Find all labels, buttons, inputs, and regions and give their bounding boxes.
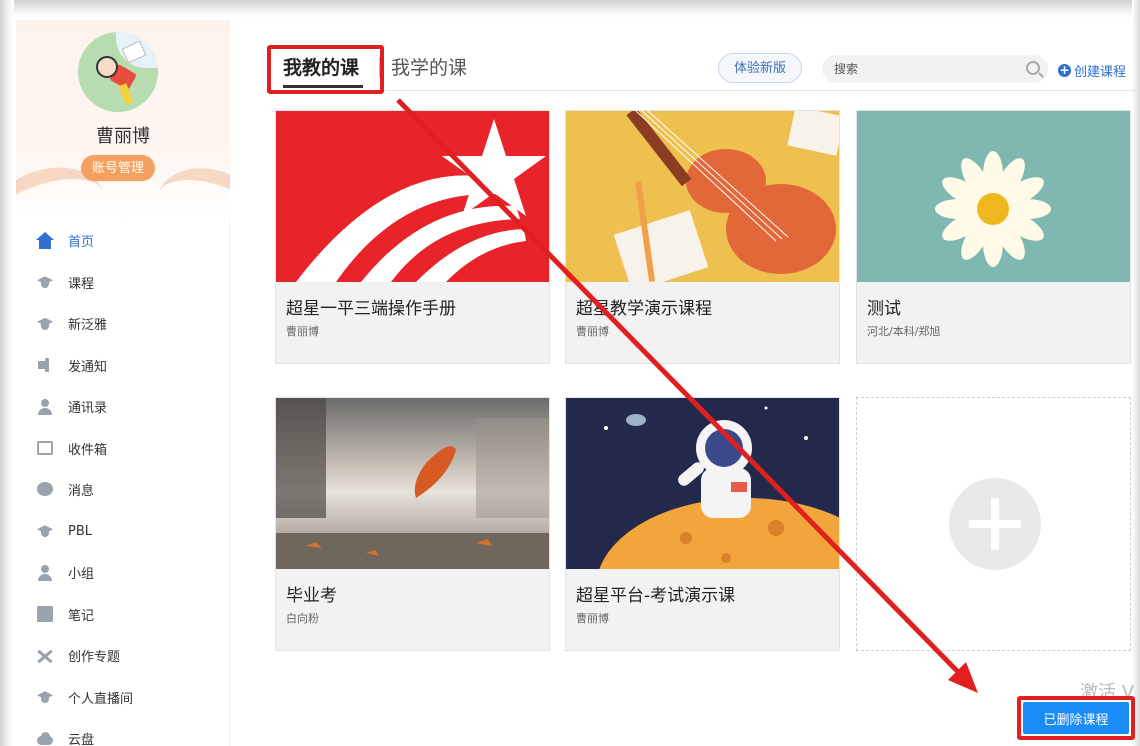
tab-learning[interactable]: 我学的课	[391, 53, 467, 80]
course-title: 超星一平三端操作手册	[286, 299, 456, 319]
sidebar-item-label: 消息	[68, 484, 95, 500]
inbox-icon	[36, 439, 54, 457]
course-card[interactable]: 超星一平三端操作手册 曹丽博	[275, 110, 550, 364]
graduation-cap-icon	[36, 688, 54, 706]
note-icon	[36, 605, 54, 623]
create-course-button[interactable]: + 创建课程	[1058, 60, 1126, 80]
sidebar-item-label: 课程	[68, 276, 95, 292]
sidebar-item-label: 首页	[68, 235, 95, 251]
contacts-icon	[36, 398, 54, 416]
course-title: 超星教学演示课程	[576, 299, 712, 319]
sidebar-item-home[interactable]: 首页	[16, 220, 230, 262]
window-shadow-left	[0, 0, 14, 746]
sidebar-nav: 首页 课程 新泛雅 发通知 通讯录 收件箱 消息 PBL 小组 笔记 创作专题 …	[16, 220, 230, 746]
screenshot-frame: 曹丽博 账号管理 首页 课程 新泛雅 发通知 通讯录 收件箱 消息 PBL 小组…	[0, 0, 1140, 746]
course-author: 曹丽博	[576, 325, 609, 338]
sidebar-item-notes[interactable]: 笔记	[16, 594, 230, 636]
sidebar-item-new-fanya[interactable]: 新泛雅	[16, 303, 230, 345]
home-icon	[36, 231, 54, 250]
course-author: 白向粉	[286, 612, 319, 625]
user-name: 曹丽博	[96, 126, 150, 147]
graduation-cap-icon	[36, 315, 54, 333]
scissors-icon	[36, 647, 54, 665]
course-cover-star	[276, 111, 549, 282]
graduation-cap-icon	[36, 522, 54, 540]
course-cover-violin	[566, 111, 839, 282]
course-cover-daisy	[857, 111, 1130, 282]
course-cover-astronaut	[566, 398, 839, 569]
sidebar-item-label: 新泛雅	[68, 318, 108, 334]
sidebar-item-cloud[interactable]: 云盘	[16, 718, 230, 746]
account-management-button[interactable]: 账号管理	[81, 155, 155, 181]
course-title: 超星平台-考试演示课	[576, 586, 736, 606]
avatar-leg	[118, 83, 134, 105]
sidebar-item-label: 发通知	[68, 359, 108, 375]
search-icon[interactable]	[1026, 61, 1040, 75]
course-title: 测试	[867, 299, 901, 319]
sidebar-item-label: 小组	[68, 567, 95, 583]
sidebar-item-courses[interactable]: 课程	[16, 262, 230, 304]
sidebar-item-messages[interactable]: 消息	[16, 469, 230, 511]
add-course-card[interactable]	[856, 397, 1131, 651]
sidebar-item-topics[interactable]: 创作专题	[16, 635, 230, 677]
graduation-cap-icon	[36, 273, 54, 291]
course-title: 毕业考	[286, 586, 337, 606]
window-shadow-top	[0, 0, 1140, 18]
sidebar-item-label: 通讯录	[68, 401, 108, 417]
avatar[interactable]	[78, 32, 158, 112]
course-card[interactable]: 超星教学演示课程 曹丽博	[565, 110, 840, 364]
sidebar-item-contacts[interactable]: 通讯录	[16, 386, 230, 428]
search-box	[822, 55, 1048, 83]
course-author: 曹丽博	[576, 612, 609, 625]
sidebar-item-label: 个人直播间	[68, 691, 134, 707]
sidebar-item-label: 笔记	[68, 608, 95, 624]
sidebar-item-label: 收件箱	[68, 442, 108, 458]
sidebar-item-pbl[interactable]: PBL	[16, 511, 230, 553]
course-card[interactable]: 毕业考 白向粉	[275, 397, 550, 651]
avatar-head	[96, 56, 118, 78]
sidebar-item-inbox[interactable]: 收件箱	[16, 428, 230, 470]
sidebar-item-label: PBL	[68, 523, 93, 539]
sidebar-item-live-room[interactable]: 个人直播间	[16, 677, 230, 719]
search-input[interactable]	[834, 59, 1014, 79]
profile-panel: 曹丽博 账号管理	[16, 20, 230, 220]
course-author: 河北/本科/郑旭	[867, 325, 941, 338]
try-new-version-button[interactable]: 体验新版	[718, 53, 802, 83]
sidebar-item-label: 云盘	[68, 733, 95, 746]
chat-bubble-icon	[36, 481, 54, 499]
cloud-icon	[36, 730, 54, 746]
sidebar-item-groups[interactable]: 小组	[16, 552, 230, 594]
annotation-highlight-deleted-button	[1017, 696, 1135, 740]
course-card[interactable]: 测试 河北/本科/郑旭	[856, 110, 1131, 364]
plus-circle-icon: +	[1058, 62, 1071, 77]
sidebar-item-notify[interactable]: 发通知	[16, 345, 230, 387]
person-icon	[36, 564, 54, 582]
sidebar: 曹丽博 账号管理 首页 课程 新泛雅 发通知 通讯录 收件箱 消息 PBL 小组…	[16, 20, 230, 746]
speaker-icon	[36, 356, 54, 374]
annotation-highlight-tab	[267, 45, 384, 94]
sidebar-item-label: 创作专题	[68, 650, 121, 666]
create-course-label: 创建课程	[1074, 64, 1127, 80]
course-cover-leaf-photo	[276, 398, 549, 569]
plus-icon	[949, 478, 1041, 570]
course-card[interactable]: 超星平台-考试演示课 曹丽博	[565, 397, 840, 651]
decorative-swoosh	[146, 154, 230, 220]
course-author: 曹丽博	[286, 325, 319, 338]
